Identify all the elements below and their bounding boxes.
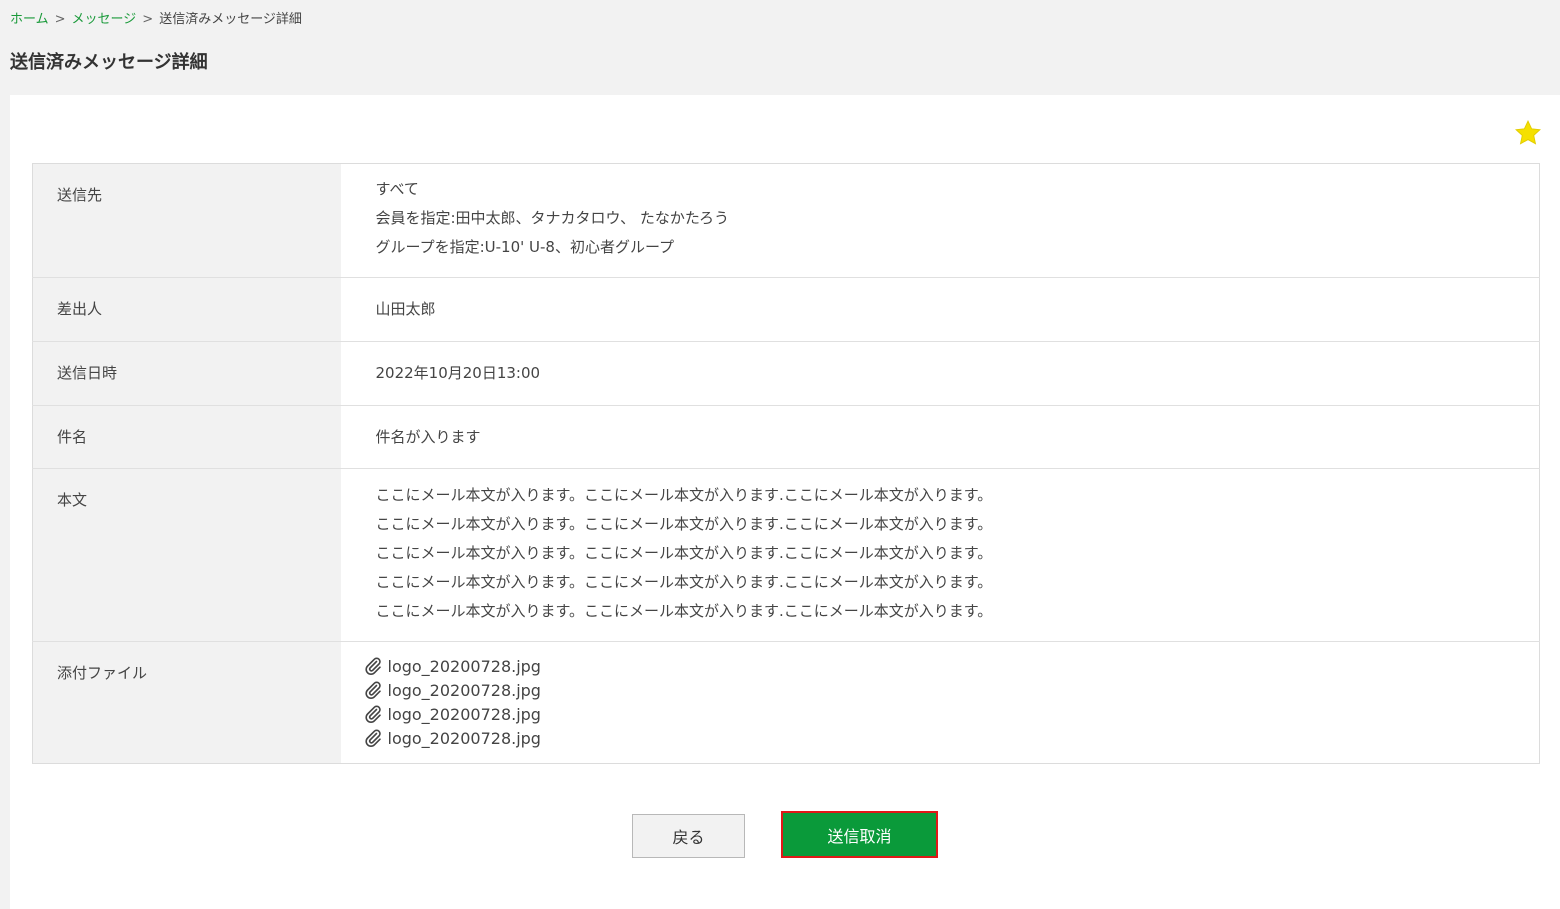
breadcrumb-current: 送信済みメッセージ詳細 xyxy=(159,12,302,27)
paperclip-icon xyxy=(364,681,381,699)
body-line: ここにメール本文が入ります。ここにメール本文が入ります.ここにメール本文が入りま… xyxy=(375,602,993,620)
attachment-filename: logo_20200728.jpg xyxy=(387,680,541,700)
attachment-link[interactable]: logo_20200728.jpg xyxy=(364,726,1540,750)
breadcrumb-messages[interactable]: メッセージ xyxy=(72,12,137,27)
row-send-date: 送信日時 2022年10月20日13:00 xyxy=(32,341,1540,406)
body-label: 本文 xyxy=(32,468,341,642)
body-value: ここにメール本文が入ります。ここにメール本文が入ります.ここにメール本文が入りま… xyxy=(340,468,1540,642)
attachment-filename: logo_20200728.jpg xyxy=(387,656,541,676)
body-line: ここにメール本文が入ります。ここにメール本文が入ります.ここにメール本文が入りま… xyxy=(375,515,993,533)
row-attachments: 添付ファイル logo_20200728.jpg logo_20200728.j… xyxy=(32,641,1540,764)
send-date-label: 送信日時 xyxy=(32,341,341,406)
sender-value: 山田太郎 xyxy=(340,277,1540,342)
breadcrumb-home[interactable]: ホーム xyxy=(10,12,49,27)
row-recipients: 送信先 すべて 会員を指定:田中太郎、タナカタロウ、 たなかたろう グループを指… xyxy=(32,163,1540,278)
sender-label: 差出人 xyxy=(32,277,341,342)
breadcrumb: ホーム > メッセージ > 送信済みメッセージ詳細 xyxy=(10,8,302,27)
send-date-value: 2022年10月20日13:00 xyxy=(340,341,1540,406)
subject-value: 件名が入ります xyxy=(340,405,1540,469)
message-detail-table: 送信先 すべて 会員を指定:田中太郎、タナカタロウ、 たなかたろう グループを指… xyxy=(32,163,1540,764)
row-sender: 差出人 山田太郎 xyxy=(32,277,1540,342)
attachment-filename: logo_20200728.jpg xyxy=(387,704,541,724)
breadcrumb-separator: > xyxy=(142,12,154,27)
recipient-line: 会員を指定:田中太郎、タナカタロウ、 たなかたろう xyxy=(375,209,729,227)
attachment-link[interactable]: logo_20200728.jpg xyxy=(364,654,1540,678)
body-line: ここにメール本文が入ります。ここにメール本文が入ります.ここにメール本文が入りま… xyxy=(375,573,993,591)
attachment-link[interactable]: logo_20200728.jpg xyxy=(364,678,1540,702)
page-title: 送信済みメッセージ詳細 xyxy=(10,52,208,73)
back-button[interactable]: 戻る xyxy=(632,814,745,858)
row-body: 本文 ここにメール本文が入ります。ここにメール本文が入ります.ここにメール本文が… xyxy=(32,468,1540,642)
recipients-label: 送信先 xyxy=(32,163,341,278)
recipients-value: すべて 会員を指定:田中太郎、タナカタロウ、 たなかたろう グループを指定:U-… xyxy=(340,163,1540,278)
paperclip-icon xyxy=(364,657,381,675)
attachment-link[interactable]: logo_20200728.jpg xyxy=(364,702,1540,726)
detail-panel: 送信先 すべて 会員を指定:田中太郎、タナカタロウ、 たなかたろう グループを指… xyxy=(10,95,1560,909)
paperclip-icon xyxy=(364,705,381,723)
body-line: ここにメール本文が入ります。ここにメール本文が入ります.ここにメール本文が入りま… xyxy=(375,486,993,504)
row-subject: 件名 件名が入ります xyxy=(32,405,1540,469)
body-line: ここにメール本文が入ります。ここにメール本文が入ります.ここにメール本文が入りま… xyxy=(375,544,993,562)
attachments-label: 添付ファイル xyxy=(32,641,341,764)
recipient-line: すべて xyxy=(375,180,419,198)
star-icon[interactable] xyxy=(1514,119,1542,147)
cancel-send-button[interactable]: 送信取消 xyxy=(781,811,938,858)
attachments-value: logo_20200728.jpg logo_20200728.jpg logo… xyxy=(340,641,1540,764)
subject-label: 件名 xyxy=(32,405,341,469)
recipient-line: グループを指定:U-10' U-8、初心者グループ xyxy=(375,238,675,256)
attachment-filename: logo_20200728.jpg xyxy=(387,728,541,748)
breadcrumb-separator: > xyxy=(54,12,66,27)
paperclip-icon xyxy=(364,729,381,747)
